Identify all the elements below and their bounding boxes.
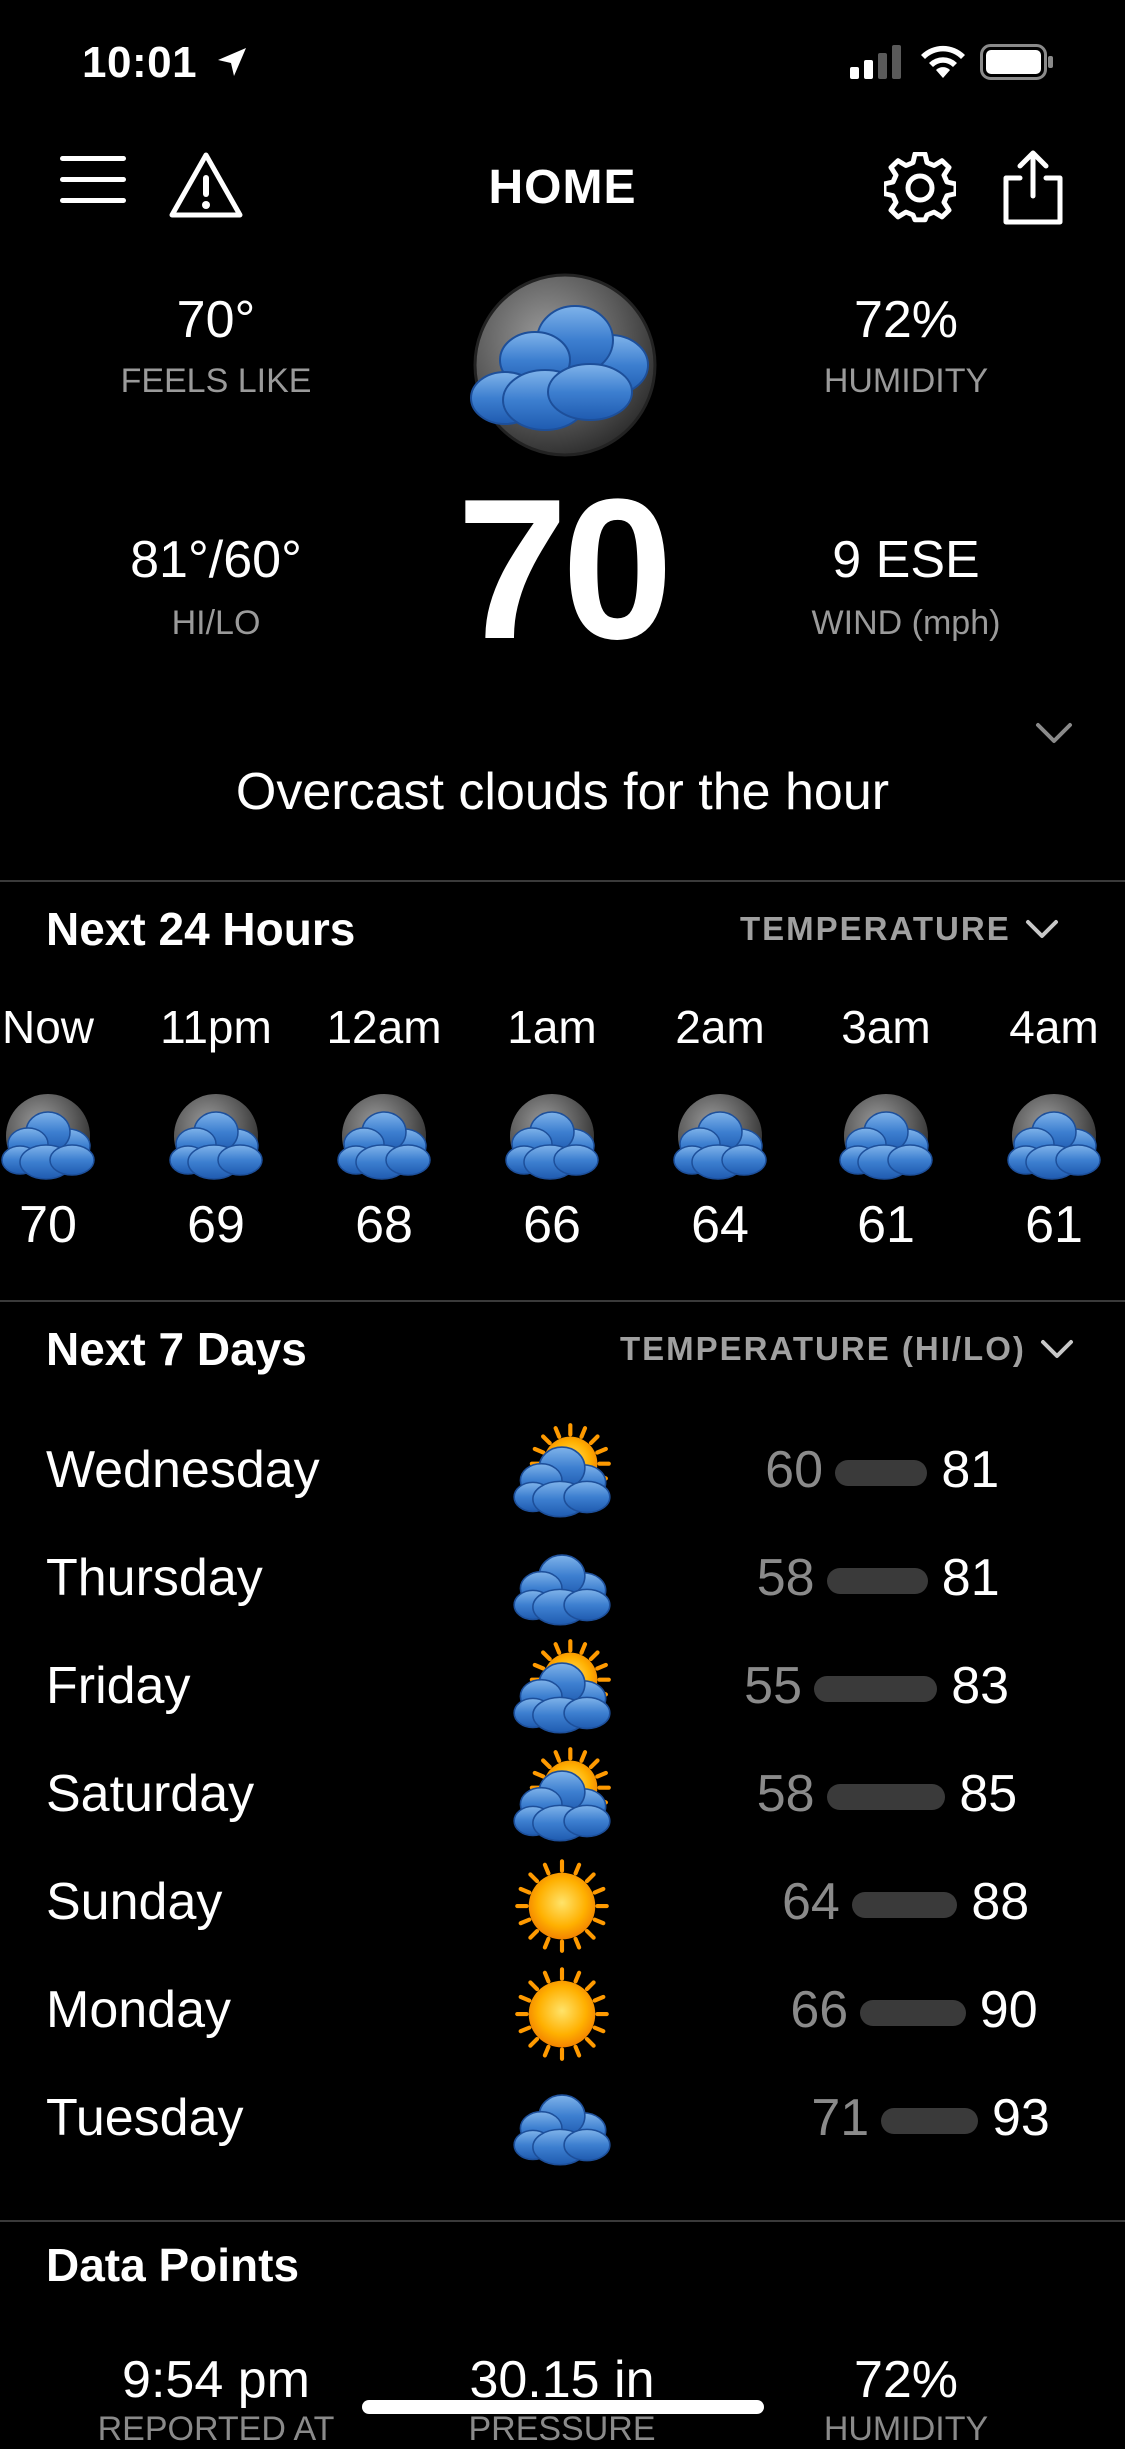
day-low-temp: 55 <box>744 1657 802 1715</box>
partly-cloudy-icon <box>510 1638 614 1738</box>
temperature-range-bar <box>814 1676 938 1702</box>
hilo-label: HI/LO <box>171 604 261 642</box>
day-high-temp: 85 <box>959 1765 1018 1823</box>
overcast-cloud-icon <box>0 1088 100 1184</box>
day-low-temp: 58 <box>756 1765 815 1823</box>
day-high-temp: 90 <box>979 1981 1038 2039</box>
day-name: Wednesday <box>46 1441 320 1499</box>
partly-cloudy-icon <box>510 1746 614 1846</box>
hour-label: 2am <box>675 1001 765 1053</box>
day-high-temp: 81 <box>941 1549 1000 1607</box>
day-name: Sunday <box>46 1873 223 1931</box>
day-name: Saturday <box>46 1765 255 1823</box>
hour-label: 3am <box>841 1001 931 1053</box>
hour-label: 4am <box>1009 1001 1099 1053</box>
hilo-value: 81°/60° <box>130 531 302 589</box>
partly-cloudy-icon <box>510 1422 614 1522</box>
hourly-summary: Overcast clouds for the hour <box>235 763 890 821</box>
hour-label: Now <box>1 1001 95 1053</box>
day-high-temp: 83 <box>951 1657 1010 1715</box>
day-high-temp: 81 <box>941 1441 1000 1499</box>
day-name: Friday <box>46 1657 191 1715</box>
reported-at-value: 9:54 pm <box>122 2351 310 2409</box>
day-high-temp: 88 <box>971 1873 1030 1931</box>
hour-temperature: 61 <box>1025 1196 1083 1254</box>
temperature-range-bar <box>826 1784 946 1810</box>
temperature-range-bar <box>860 2000 966 2026</box>
overcast-cloud-icon <box>332 1088 436 1184</box>
divider <box>0 2220 1125 2222</box>
cloudy-icon <box>510 2070 614 2170</box>
overcast-cloud-icon <box>668 1088 772 1184</box>
cloudy-icon <box>510 1530 614 1630</box>
humidity-value: 72% <box>853 291 959 349</box>
overcast-cloud-icon <box>500 1088 604 1184</box>
temperature-range-bar <box>835 1460 928 1486</box>
day-high-temp: 93 <box>992 2089 1050 2147</box>
day-name: Thursday <box>46 1549 263 1607</box>
reported-at-label: REPORTED AT <box>97 2410 335 2448</box>
hour-label: 11pm <box>160 1001 272 1053</box>
gear-icon[interactable] <box>884 152 956 224</box>
day-low-temp: 60 <box>765 1441 823 1499</box>
overcast-cloud-icon <box>470 273 657 457</box>
current-temperature: 70 <box>456 458 673 681</box>
battery-icon <box>980 44 1053 80</box>
hourly-metric-label: TEMPERATURE <box>740 910 1011 947</box>
day-name: Tuesday <box>46 2089 244 2147</box>
daily-metric-label: TEMPERATURE (HI/LO) <box>620 1330 1026 1367</box>
overcast-cloud-icon <box>164 1088 268 1184</box>
cellular-signal-icon <box>850 45 901 79</box>
hour-temperature: 68 <box>355 1196 413 1254</box>
chevron-down-icon <box>1040 1340 1073 1358</box>
hourly-metric-selector[interactable]: TEMPERATURE <box>740 910 1059 948</box>
hour-label: 1am <box>507 1001 597 1053</box>
daily-metric-selector[interactable]: TEMPERATURE (HI/LO) <box>620 1330 1074 1368</box>
data-points-title: Data Points <box>46 2239 300 2291</box>
data-humidity-value: 72% <box>853 2351 959 2409</box>
day-low-temp: 64 <box>781 1873 840 1931</box>
daily-section-title: Next 7 Days <box>46 1323 307 1375</box>
humidity-label: HUMIDITY <box>823 362 989 400</box>
temperature-range-bar <box>851 1892 958 1918</box>
temperature-range-bar <box>881 2108 978 2134</box>
day-name: Monday <box>46 1981 231 2039</box>
pressure-label: PRESSURE <box>468 2410 656 2448</box>
temperature-range-bar <box>826 1568 928 1594</box>
chevron-down-icon <box>1025 920 1058 938</box>
wind-label: WIND (mph) <box>811 604 1001 642</box>
hour-temperature: 70 <box>19 1196 77 1254</box>
day-low-temp: 58 <box>756 1549 815 1607</box>
hour-temperature: 64 <box>691 1196 749 1254</box>
divider <box>0 1300 1125 1302</box>
hour-temperature: 69 <box>187 1196 245 1254</box>
share-icon[interactable] <box>1000 150 1066 226</box>
wifi-icon <box>921 45 965 78</box>
page-title: HOME <box>488 161 637 214</box>
hour-temperature: 61 <box>857 1196 915 1254</box>
location-arrow-icon <box>218 48 246 76</box>
sun-icon <box>510 1962 614 2062</box>
sun-icon <box>510 1854 614 1954</box>
day-low-temp: 71 <box>811 2089 870 2147</box>
status-time: 10:01 <box>82 38 198 87</box>
data-humidity-label: HUMIDITY <box>823 2410 989 2448</box>
overcast-cloud-icon <box>1002 1088 1106 1184</box>
overcast-cloud-icon <box>834 1088 938 1184</box>
divider <box>0 880 1125 882</box>
feels-like-value: 70° <box>176 291 256 349</box>
hour-temperature: 66 <box>523 1196 581 1254</box>
home-indicator[interactable] <box>362 2400 764 2414</box>
chevron-down-icon[interactable] <box>1034 720 1074 746</box>
wind-value: 9 ESE <box>832 531 980 589</box>
day-low-temp: 66 <box>790 1981 849 2039</box>
feels-like-label: FEELS LIKE <box>120 362 312 400</box>
hourly-section-title: Next 24 Hours <box>46 903 356 955</box>
hour-label: 12am <box>326 1001 442 1053</box>
